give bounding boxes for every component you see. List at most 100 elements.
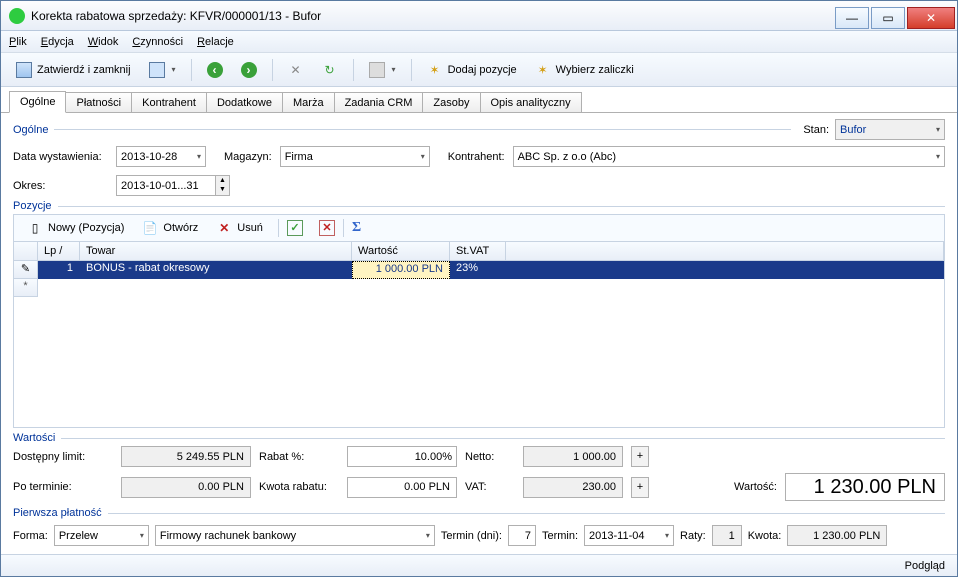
col-stvat[interactable]: St.VAT (450, 242, 506, 260)
wybierz-zaliczki-button[interactable]: ✶ Wybierz zaliczki (528, 58, 641, 82)
cell-towar: BONUS - rabat okresowy (80, 261, 352, 279)
vat-plus[interactable]: + (631, 477, 649, 498)
star-icon: ✶ (535, 62, 551, 78)
kwota-rabatu-label: Kwota rabatu: (259, 481, 339, 493)
cancel-button[interactable]: ✕ (319, 220, 335, 236)
menu-plik[interactable]: Plik (9, 36, 27, 48)
termin-dni-input[interactable] (508, 525, 536, 546)
okres-label: Okres: (13, 180, 108, 192)
menu-czynnosci[interactable]: Czynności (132, 36, 183, 48)
section-pozycje: Pozycje (13, 200, 945, 212)
forma-value: Przelew (59, 530, 98, 542)
refresh-button[interactable]: ↻ (315, 58, 345, 82)
netto-plus[interactable]: + (631, 446, 649, 467)
forward-button[interactable]: › (234, 58, 264, 82)
usun-label: Usuń (237, 222, 263, 234)
dostepny-value: 5 249.55 PLN (121, 446, 251, 467)
zaliczki-label: Wybierz zaliczki (556, 64, 634, 76)
cell-wartosc[interactable]: 1 000.00 PLN (352, 261, 450, 279)
stan-label: Stan: (803, 124, 829, 136)
forward-icon: › (241, 62, 257, 78)
row-data: Data wystawienia: 2013-10-28▾ Magazyn: F… (13, 146, 945, 167)
values-grid: Dostępny limit: 5 249.55 PLN Rabat %: Ne… (13, 446, 945, 501)
col-wartosc[interactable]: Wartość (352, 242, 450, 260)
section-wartosci-wrap: Wartości Dostępny limit: 5 249.55 PLN Ra… (13, 432, 945, 501)
data-label: Data wystawienia: (13, 151, 108, 163)
refresh-icon: ↻ (322, 62, 338, 78)
po-terminie-value: 0.00 PLN (121, 477, 251, 498)
rabat-pct-input[interactable] (347, 446, 457, 467)
grid-row-new[interactable]: * (14, 279, 944, 297)
po-terminie-label: Po terminie: (13, 481, 113, 493)
tab-opis[interactable]: Opis analityczny (480, 92, 582, 113)
pozycje-grid[interactable]: Lp / Towar Wartość St.VAT ✎ 1 BONUS - ra… (13, 242, 945, 428)
netto-label: Netto: (465, 451, 515, 463)
okres-spinner[interactable]: ▲▼ (216, 175, 230, 196)
minimize-button[interactable]: — (835, 7, 869, 29)
row-okres: Okres: ▲▼ (13, 175, 945, 196)
termin-value: 2013-11-04 (589, 530, 644, 542)
wartosc-label: Wartość: (717, 481, 777, 493)
forma-combo[interactable]: Przelew▾ (54, 525, 149, 546)
podglad-link[interactable]: Podgląd (905, 560, 945, 572)
back-button[interactable]: ‹ (200, 58, 230, 82)
otworz-button[interactable]: 📄 Otwórz (135, 216, 205, 240)
col-marker[interactable] (14, 242, 38, 260)
wartosc-total: 1 230.00 PLN (785, 473, 945, 501)
menubar: Plik Edycja Widok Czynności Relacje (1, 31, 957, 53)
tab-zadania[interactable]: Zadania CRM (334, 92, 424, 113)
menu-relacje[interactable]: Relacje (197, 36, 234, 48)
check-button[interactable]: ✓ (287, 220, 303, 236)
usun-button[interactable]: ✕ Usuń (209, 216, 270, 240)
grid-row[interactable]: ✎ 1 BONUS - rabat okresowy 1 000.00 PLN … (14, 261, 944, 279)
tab-platnosci[interactable]: Płatności (65, 92, 132, 113)
termin-label: Termin: (542, 530, 578, 542)
okres-input[interactable] (116, 175, 216, 196)
content: Ogólne Stan: Bufor▾ Data wystawienia: 20… (1, 113, 957, 554)
sigma-icon[interactable]: Σ (352, 220, 361, 236)
tab-zasoby[interactable]: Zasoby (422, 92, 480, 113)
tab-ogolne[interactable]: Ogólne (9, 91, 66, 113)
maximize-button[interactable]: ▭ (871, 7, 905, 29)
rachunek-value: Firmowy rachunek bankowy (160, 530, 296, 542)
nowy-pozycja-button[interactable]: ▯ Nowy (Pozycja) (20, 216, 131, 240)
save-close-button[interactable]: Zatwierdź i zamknij (9, 58, 138, 82)
open-icon: 📄 (142, 220, 158, 236)
stan-value: Bufor (840, 124, 866, 136)
row-new-marker: * (14, 279, 38, 297)
data-field[interactable]: 2013-10-28▾ (116, 146, 206, 167)
separator (191, 59, 192, 81)
tab-dodatkowe[interactable]: Dodatkowe (206, 92, 283, 113)
close-button[interactable]: ✕ (907, 7, 955, 29)
menu-widok[interactable]: Widok (88, 36, 119, 48)
separator (278, 219, 279, 237)
magazyn-field[interactable]: Firma▾ (280, 146, 430, 167)
raty-value: 1 (712, 525, 742, 546)
tab-marza[interactable]: Marża (282, 92, 335, 113)
section-pierwsza: Pierwsza płatność (13, 507, 945, 519)
termin-combo[interactable]: 2013-11-04▾ (584, 525, 674, 546)
dodaj-pozycje-button[interactable]: ✶ Dodaj pozycje (420, 58, 524, 82)
tools-button[interactable]: ✕ (281, 58, 311, 82)
kontrahent-value: ABC Sp. z o.o (Abc) (518, 151, 616, 163)
kontrahent-field[interactable]: ABC Sp. z o.o (Abc)▾ (513, 146, 945, 167)
rabat-pct-label: Rabat %: (259, 451, 339, 463)
payment-row: Forma: Przelew▾ Firmowy rachunek bankowy… (13, 525, 945, 546)
pozycje-toolbar: ▯ Nowy (Pozycja) 📄 Otwórz ✕ Usuń ✓ ✕ Σ (13, 214, 945, 242)
dostepny-label: Dostępny limit: (13, 451, 113, 463)
col-towar[interactable]: Towar (80, 242, 352, 260)
forma-label: Forma: (13, 530, 48, 542)
stan-combo[interactable]: Bufor▾ (835, 119, 945, 140)
col-lp[interactable]: Lp / (38, 242, 80, 260)
app-icon (9, 8, 25, 24)
separator (343, 219, 344, 237)
save-close-label: Zatwierdź i zamknij (37, 64, 131, 76)
tab-kontrahent[interactable]: Kontrahent (131, 92, 207, 113)
otworz-label: Otwórz (163, 222, 198, 234)
rachunek-combo[interactable]: Firmowy rachunek bankowy▾ (155, 525, 435, 546)
menu-edycja[interactable]: Edycja (41, 36, 74, 48)
okres-field[interactable]: ▲▼ (116, 175, 230, 196)
print-button[interactable]: ▾ (362, 58, 403, 82)
save-as-button[interactable]: ▾ (142, 58, 183, 82)
section-wartosci: Wartości (13, 432, 945, 444)
